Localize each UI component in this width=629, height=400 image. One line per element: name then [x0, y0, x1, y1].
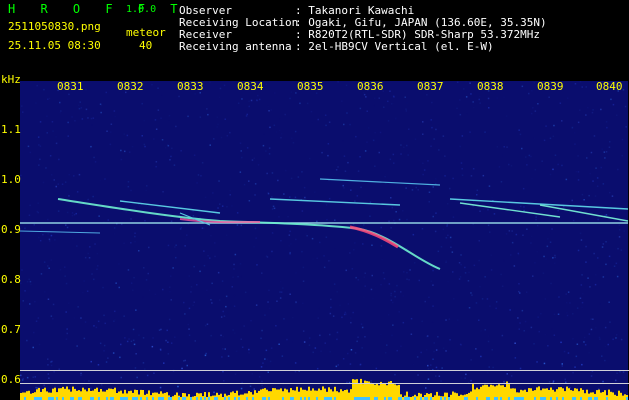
spectrogram-svg [20, 81, 628, 400]
app-version: 1.0.0 [126, 4, 157, 15]
x-tick-label: 0835 [297, 80, 324, 93]
meteor-trace-5 [449, 198, 628, 210]
y-tick-label: 1.1 [1, 123, 21, 136]
meteor-trace-3 [269, 198, 401, 206]
x-tick-label: 0833 [177, 80, 204, 93]
y-axis-unit: kHz [1, 73, 21, 86]
y-tick-label: 0.9 [1, 223, 21, 236]
app-title: H R O F F T [8, 2, 187, 16]
meteor-trace-head [349, 225, 399, 249]
y-tick-label: 0.7 [1, 323, 21, 336]
x-tick-label: 0839 [537, 80, 564, 93]
y-tick-label: 1.0 [1, 173, 21, 186]
x-tick-label: 0838 [477, 80, 504, 93]
x-tick-label: 0831 [57, 80, 84, 93]
datetime-label: 25.11.05 08:30 [8, 39, 101, 52]
x-tick-label: 0834 [237, 80, 264, 93]
filename-label: 2511050830.png [8, 20, 101, 33]
spectrogram-canvas [20, 81, 628, 400]
reference-line-lower [20, 383, 629, 384]
y-tick-label: 0.6 [1, 373, 21, 386]
header-panel: H R O F F T 1.0.0 2511050830.png meteor … [0, 0, 629, 72]
x-tick-label: 0840 [596, 80, 623, 93]
meteor-count: 40 [139, 39, 153, 52]
x-tick-label: 0836 [357, 80, 384, 93]
meteor-label: meteor [126, 26, 166, 39]
meteor-trace-7 [539, 204, 628, 222]
info-label-antenna: Receiving antenna [179, 40, 292, 53]
noise-layer [20, 81, 627, 400]
x-tick-label: 0837 [417, 80, 444, 93]
meteor-trace-4 [319, 178, 441, 186]
x-tick-label: 0832 [117, 80, 144, 93]
reference-line-upper [20, 370, 629, 371]
y-tick-label: 0.8 [1, 273, 21, 286]
meteor-trace-6 [459, 202, 561, 218]
meteor-trace-9 [20, 230, 101, 234]
info-value-antenna: : 2el-HB9CV Vertical (el. E-W) [295, 40, 494, 53]
